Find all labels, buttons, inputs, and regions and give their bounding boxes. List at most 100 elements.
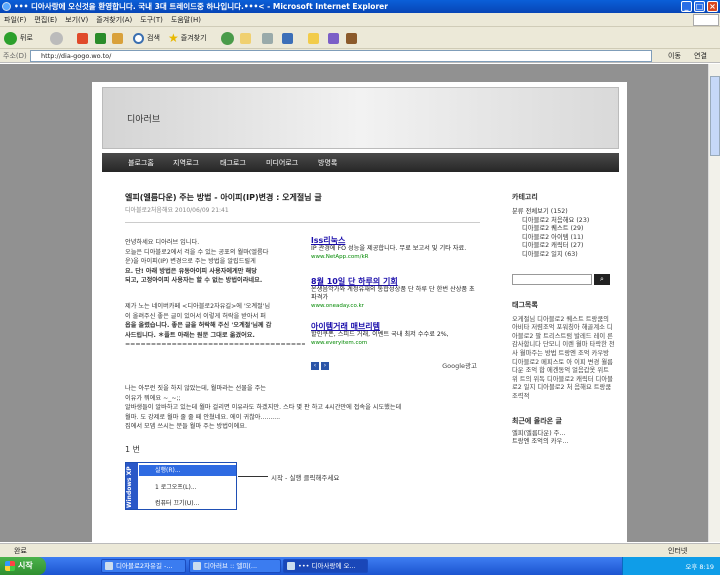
- category-heading: 카테고리: [512, 193, 538, 201]
- callout-line: [238, 476, 268, 477]
- menu-help[interactable]: 도움말(H): [167, 13, 205, 27]
- mail-icon: [240, 32, 251, 44]
- category-root[interactable]: 분류 전체보기 (152): [512, 208, 616, 217]
- recent-heading: 최근에 올라온 글: [512, 416, 562, 425]
- ad-block-3[interactable]: 아이템거래 매브리템 할인쿠폰, 스피드 거래, 이벤트 국내 최저 수수료 2…: [311, 323, 481, 347]
- callout-text: 시작 - 실행 클릭해주세요: [271, 474, 340, 482]
- tag-heading: 태그목록: [512, 300, 538, 309]
- nav-location-log[interactable]: 지역로그: [173, 158, 199, 168]
- google-ad-label[interactable]: Google광고: [442, 362, 477, 370]
- category-item[interactable]: 디아블로2 퀘스트 (29): [512, 225, 616, 234]
- edit-icon: [282, 32, 293, 44]
- blog-nav: 블로그홈 지역로그 태그로그 미디어로그 방명록: [102, 153, 619, 172]
- post-intro-2: 제가 노는 네이버카페 <디아블로2자유길>에 '오계절'님 이 올려주신 좋은…: [125, 303, 305, 348]
- history-icon: [221, 31, 234, 45]
- status-bar: 완료 인터넷: [0, 543, 720, 557]
- window-title: ••• 디아사랑에 오신것을 환영합니다. 국내 3대 트레이드중 하나입니다.…: [14, 2, 388, 11]
- ie-icon: [193, 562, 201, 570]
- links-button[interactable]: 연결: [694, 51, 707, 61]
- toolbar: 뒤로 검색 ★ 즐겨찾기: [0, 27, 720, 49]
- print-button[interactable]: [262, 31, 273, 45]
- sidebar: 카테고리 분류 전체보기 (152) 디아블로2 처음해요 (23) 디아블로2…: [512, 192, 616, 447]
- address-label: 주소(D): [3, 52, 27, 60]
- go-button[interactable]: 이동: [668, 51, 681, 61]
- nav-tag-log[interactable]: 태그로그: [220, 158, 246, 168]
- stop-button[interactable]: [77, 31, 88, 45]
- divider: [125, 222, 480, 223]
- task-button-active[interactable]: ••• 디아사랑에 오...: [283, 559, 368, 573]
- history-button[interactable]: [221, 31, 234, 45]
- refresh-icon: [95, 32, 106, 44]
- menu-tools[interactable]: 도구(T): [136, 13, 167, 27]
- address-bar: 주소(D) http://dia-gogo.wo.to/ 이동 연결: [0, 49, 720, 63]
- run-menu-item: 실행(R)...: [139, 465, 236, 476]
- messenger-button[interactable]: [328, 31, 339, 45]
- home-button[interactable]: [112, 31, 123, 45]
- refresh-button[interactable]: [95, 31, 106, 45]
- task-button[interactable]: 디아블로2자유길 -...: [101, 559, 186, 573]
- sidebar-search: ⌕: [512, 273, 616, 286]
- vertical-scrollbar[interactable]: [708, 64, 720, 542]
- start-menu-screenshot: Windows XP 실행(R)... 1 로그오프(L)... 컴퓨터 끄기(…: [125, 462, 237, 510]
- favorites-button[interactable]: ★ 즐겨찾기: [168, 31, 207, 45]
- clock[interactable]: 오후 8:19: [685, 561, 714, 571]
- star-icon: ★: [168, 31, 179, 45]
- ad-nav: ‹ › Google광고: [311, 362, 481, 370]
- minimize-button[interactable]: _: [681, 1, 692, 12]
- back-arrow-icon: [4, 31, 17, 45]
- edit-button[interactable]: [282, 31, 293, 45]
- window-titlebar[interactable]: ••• 디아사랑에 오신것을 환영합니다. 국내 3대 트레이드중 하나입니다.…: [0, 0, 720, 13]
- ad-next-icon[interactable]: ›: [320, 362, 329, 370]
- close-button[interactable]: ×: [707, 1, 718, 12]
- menu-edit[interactable]: 편집(E): [30, 13, 61, 27]
- windows-logo-icon: [5, 561, 15, 571]
- site-title[interactable]: 디아러브: [127, 112, 160, 125]
- post-intro: 안녕하세요 디아러브 입니다. 오늘은 디아블로2에서 걱을 수 있는 공포의 …: [125, 239, 269, 284]
- print-icon: [262, 32, 273, 44]
- forward-button[interactable]: [50, 31, 63, 45]
- ad-prev-icon[interactable]: ‹: [311, 362, 319, 370]
- scrollbar-thumb[interactable]: [710, 76, 720, 156]
- menu-file[interactable]: 파일(F): [0, 13, 30, 27]
- menu-view[interactable]: 보기(V): [61, 13, 92, 27]
- address-input[interactable]: http://dia-gogo.wo.to/: [30, 50, 652, 62]
- ad-block-2[interactable]: 8월 10일 단 하루의 기회 온생음악가와 계정유재의 통합성상품 단 하루 …: [311, 278, 481, 310]
- post-meta: 디아블로2처음해요 2010/06/09 21:41: [125, 207, 229, 214]
- recent-item[interactable]: 트랑엔 조억의 카우...: [512, 438, 616, 447]
- sidebar-search-button[interactable]: ⌕: [594, 273, 610, 285]
- system-tray: 오후 8:19: [622, 557, 720, 575]
- tool-button[interactable]: [346, 31, 357, 45]
- taskbar: 시작 디아블로2자유길 -... 디아러브 :: 엘피(... ••• 디아사랑…: [0, 557, 720, 575]
- menu-favorites[interactable]: 즐겨찾기(A): [92, 13, 136, 27]
- sidebar-search-input[interactable]: [512, 273, 592, 285]
- folder-button[interactable]: [308, 31, 319, 45]
- tag-cloud[interactable]: 오게절님 디아블로2 퀘스트 트랑쿰의 아비타 저렴조억 포워칭아 해골계소 디…: [512, 316, 616, 402]
- search-button[interactable]: 검색: [133, 31, 160, 45]
- category-item[interactable]: 디아블로2 처음해요 (23): [512, 217, 616, 226]
- ie-icon: [105, 562, 113, 570]
- maximize-button[interactable]: □: [694, 1, 705, 12]
- task-button[interactable]: 디아러브 :: 엘피(...: [189, 559, 281, 573]
- blog-header: 디아러브: [102, 87, 619, 149]
- category-item[interactable]: 디아블로2 일지 (63): [512, 251, 616, 260]
- ad-block-1[interactable]: lss리눅스 IP 관경에 FO 성능을 제공합니다. 무료 보고서 및 기타 …: [311, 237, 481, 261]
- nav-media-log[interactable]: 미디어로그: [266, 158, 298, 168]
- nav-guestbook[interactable]: 방명록: [318, 158, 337, 168]
- menu-bar: 파일(F) 편집(E) 보기(V) 즐겨찾기(A) 도구(T) 도움말(H): [0, 13, 720, 27]
- category-item[interactable]: 디아블로2 캐릭터 (27): [512, 242, 616, 251]
- tool-icon: [346, 32, 357, 44]
- mail-button[interactable]: [240, 31, 251, 45]
- back-button[interactable]: 뒤로: [4, 31, 33, 45]
- post-title[interactable]: 엘피(엘름다운) 주는 방법 - 아이피(IP)변경 : 오게절님 글: [125, 192, 480, 203]
- folder-icon: [308, 32, 319, 44]
- nav-blog-home[interactable]: 블로그홈: [128, 158, 154, 168]
- forward-arrow-icon: [50, 31, 63, 45]
- logoff-menu-item: 1 로그오프(L)...: [155, 484, 197, 491]
- messenger-icon: [328, 32, 339, 44]
- shutdown-menu-item: 컴퓨터 끄기(U)...: [155, 500, 200, 507]
- post-body: 나는 아무런 짓을 하지 않았는데, 월마라는 선물을 주는 이유가 뭐에요 ~…: [125, 385, 402, 430]
- status-text: 완료: [14, 547, 27, 555]
- recent-item[interactable]: 엘피(엘름다운) 주...: [512, 430, 616, 439]
- windows-flag-icon: [693, 14, 719, 26]
- start-button[interactable]: 시작: [0, 557, 46, 575]
